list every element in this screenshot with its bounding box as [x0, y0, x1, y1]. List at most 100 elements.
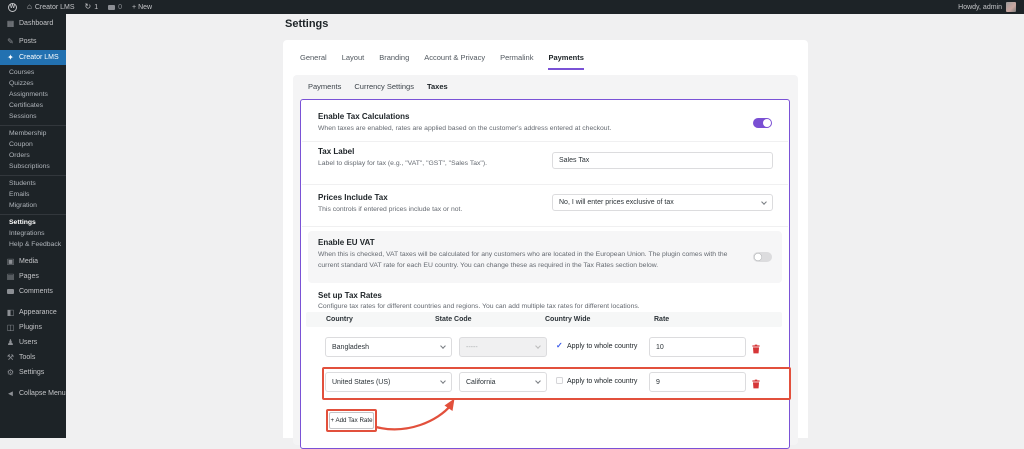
- posts-icon: ✎: [6, 37, 15, 46]
- new-label: + New: [132, 4, 152, 11]
- submenu-item-sessions[interactable]: Sessions: [0, 111, 66, 122]
- admin-sidebar: ▦ Dashboard ✎ Posts ✦ Creator LMS Course…: [0, 14, 66, 438]
- tab-payments[interactable]: Payments: [548, 53, 583, 70]
- howdy-text[interactable]: Howdy, admin: [958, 4, 1002, 11]
- submenu-item-integrations[interactable]: Integrations: [0, 228, 66, 239]
- add-tax-rate-button[interactable]: + Add Tax Rate: [329, 412, 374, 429]
- delete-row-icon[interactable]: [752, 341, 760, 359]
- tax-label-input[interactable]: [552, 152, 773, 169]
- tax-rates-table-header: Country State Code Country Wide Rate: [306, 312, 782, 327]
- sidebar-item-dashboard[interactable]: ▦ Dashboard: [0, 14, 66, 32]
- updates-icon: ↻: [85, 3, 92, 11]
- pages-icon: ▤: [6, 272, 15, 281]
- state-code-select: -----: [459, 337, 547, 357]
- section-divider: [302, 141, 788, 142]
- column-country-wide: Country Wide: [545, 316, 590, 323]
- collapse-menu-button[interactable]: ◄ Collapse Menu: [0, 386, 66, 401]
- tab-branding[interactable]: Branding: [379, 53, 409, 70]
- updates-count: 1: [94, 4, 98, 11]
- eu-vat-description: When this is checked, VAT taxes will be …: [318, 250, 746, 271]
- country-wide-checkbox-unchecked[interactable]: [556, 377, 563, 384]
- updates-link[interactable]: ↻ 1: [85, 3, 99, 11]
- page-title: Settings: [285, 18, 328, 30]
- sidebar-item-settings[interactable]: ⚙ Settings: [0, 365, 66, 380]
- appearance-icon: ◧: [6, 308, 15, 317]
- comments-icon: [108, 5, 115, 10]
- state-code-select[interactable]: California: [459, 372, 547, 392]
- sidebar-item-tools[interactable]: ⚒ Tools: [0, 350, 66, 365]
- submenu-divider: [0, 175, 66, 176]
- submenu-item-subscriptions[interactable]: Subscriptions: [0, 161, 66, 172]
- eu-vat-toggle[interactable]: [753, 252, 772, 262]
- payments-subtab-bar: Payments Currency Settings Taxes: [308, 82, 448, 91]
- prices-include-tax-title: Prices Include Tax: [318, 193, 388, 202]
- section-divider: [302, 184, 788, 185]
- chevron-down-icon: [761, 199, 767, 205]
- tab-layout[interactable]: Layout: [342, 53, 365, 70]
- site-name: Creator LMS: [35, 4, 75, 11]
- sidebar-item-plugins[interactable]: ◫ Plugins: [0, 320, 66, 335]
- comments-link[interactable]: 0: [108, 4, 122, 11]
- tax-label-title: Tax Label: [318, 147, 354, 156]
- wordpress-logo-icon[interactable]: W: [8, 3, 17, 12]
- plugins-icon: ◫: [6, 323, 15, 332]
- column-country: Country: [326, 316, 353, 323]
- tax-label-description: Label to display for tax (e.g., "VAT", "…: [318, 159, 487, 170]
- submenu-item-migration[interactable]: Migration: [0, 200, 66, 211]
- rate-input[interactable]: [649, 337, 746, 357]
- settings-icon: ⚙: [6, 368, 15, 377]
- country-select[interactable]: United States (US): [325, 372, 452, 392]
- avatar[interactable]: [1006, 2, 1016, 12]
- country-wide-label: Apply to whole country: [567, 343, 637, 350]
- settings-tab-bar: General Layout Branding Account & Privac…: [300, 53, 584, 70]
- sidebar-item-creator-lms[interactable]: ✦ Creator LMS: [0, 50, 66, 65]
- subtab-taxes[interactable]: Taxes: [427, 82, 448, 91]
- submenu-item-membership[interactable]: Membership: [0, 128, 66, 139]
- prices-include-tax-select[interactable]: No, I will enter prices exclusive of tax: [552, 194, 773, 211]
- comments-icon: [6, 287, 15, 296]
- tab-permalink[interactable]: Permalink: [500, 53, 533, 70]
- tax-rates-description: Configure tax rates for different countr…: [318, 302, 640, 313]
- tab-general[interactable]: General: [300, 53, 327, 70]
- chevron-down-icon: [535, 343, 541, 349]
- submenu-item-coupon[interactable]: Coupon: [0, 139, 66, 150]
- new-content-menu[interactable]: + New: [132, 4, 152, 11]
- subtab-currency-settings[interactable]: Currency Settings: [354, 82, 414, 91]
- admin-bar: W ⌂ Creator LMS ↻ 1 0 + New Howdy, admin: [0, 0, 1024, 14]
- users-icon: ♟: [6, 338, 15, 347]
- submenu-item-orders[interactable]: Orders: [0, 150, 66, 161]
- submenu-item-certificates[interactable]: Certificates: [0, 100, 66, 111]
- delete-row-icon[interactable]: [752, 376, 760, 394]
- submenu-item-quizzes[interactable]: Quizzes: [0, 78, 66, 89]
- sidebar-item-users[interactable]: ♟ Users: [0, 335, 66, 350]
- subtab-payments[interactable]: Payments: [308, 82, 341, 91]
- sidebar-item-media[interactable]: ▣ Media: [0, 254, 66, 269]
- media-icon: ▣: [6, 257, 15, 266]
- dashboard-icon: ▦: [6, 19, 15, 28]
- country-wide-checkbox-checked[interactable]: ✓: [556, 341, 563, 350]
- submenu-item-students[interactable]: Students: [0, 178, 66, 189]
- submenu-item-assignments[interactable]: Assignments: [0, 89, 66, 100]
- submenu-item-emails[interactable]: Emails: [0, 189, 66, 200]
- home-icon: ⌂: [27, 3, 32, 11]
- submenu-item-courses[interactable]: Courses: [0, 67, 66, 78]
- enable-tax-toggle[interactable]: [753, 118, 772, 128]
- comments-count: 0: [118, 4, 122, 11]
- sidebar-item-posts[interactable]: ✎ Posts: [0, 32, 66, 50]
- sidebar-item-pages[interactable]: ▤ Pages: [0, 269, 66, 284]
- sidebar-item-appearance[interactable]: ◧ Appearance: [0, 305, 66, 320]
- site-name-link[interactable]: ⌂ Creator LMS: [27, 3, 75, 11]
- submenu-divider: [0, 214, 66, 215]
- submenu-item-settings[interactable]: Settings: [0, 217, 66, 228]
- tab-account-privacy[interactable]: Account & Privacy: [424, 53, 485, 70]
- enable-tax-title: Enable Tax Calculations: [318, 112, 409, 121]
- tax-rates-title: Set up Tax Rates: [318, 291, 382, 300]
- creator-lms-submenu: Courses Quizzes Assignments Certificates…: [0, 65, 66, 254]
- section-divider: [302, 226, 788, 227]
- country-select[interactable]: Bangladesh: [325, 337, 452, 357]
- submenu-item-help-feedback[interactable]: Help & Feedback: [0, 239, 66, 250]
- submenu-divider: [0, 125, 66, 126]
- rate-input[interactable]: [649, 372, 746, 392]
- sidebar-item-comments[interactable]: Comments: [0, 284, 66, 299]
- chevron-down-icon: [440, 378, 446, 384]
